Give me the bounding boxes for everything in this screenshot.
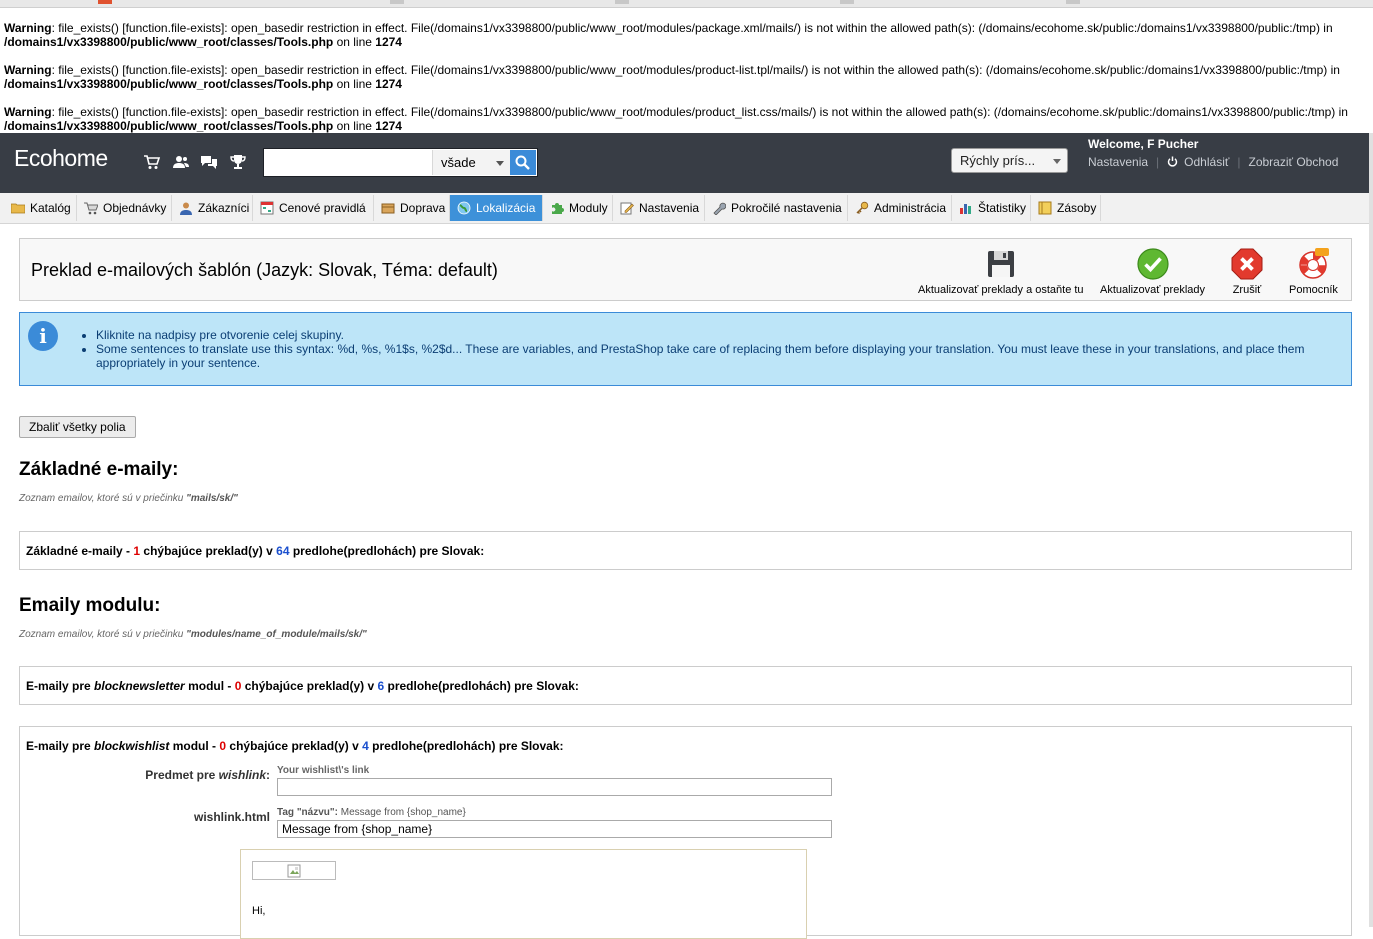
subject-hint: Your wishlist\'s link (277, 765, 370, 776)
core-emails-group[interactable]: Základné e-maily - 1 chýbajúce preklad(y… (19, 531, 1352, 570)
php-warnings: Warning: file_exists() [function.file-ex… (0, 8, 1373, 133)
tab-marker (98, 0, 112, 4)
tab-marker (615, 0, 629, 4)
price-rules-icon (260, 201, 274, 215)
info-item: Some sentences to translate use this syn… (96, 342, 1346, 370)
close-icon (1231, 248, 1263, 280)
user-icon (180, 202, 192, 215)
logout-link[interactable]: Odhlásiť (1184, 155, 1229, 169)
tab-stats[interactable]: Štatistiky (952, 195, 1031, 221)
lifebuoy-icon (1299, 248, 1330, 279)
warning-message: Warning: file_exists() [function.file-ex… (4, 21, 1333, 49)
settings-link[interactable]: Nastavenia (1088, 155, 1148, 169)
warning-message: Warning: file_exists() [function.file-ex… (4, 105, 1348, 133)
tab-preferences[interactable]: Nastavenia (613, 195, 705, 221)
collapse-all-button[interactable]: Zbaliť všetky polia (19, 416, 136, 438)
info-list: Kliknite na nadpisy pre otvorenie celej … (80, 328, 1346, 370)
warning-message: Warning: file_exists() [function.file-ex… (4, 63, 1340, 91)
search-button[interactable] (510, 150, 536, 175)
cart-icon (84, 202, 98, 215)
module-emails-note: Zoznam emailov, ktoré sú v priečinku "mo… (19, 629, 367, 640)
blocknewsletter-emails-group[interactable]: E-maily pre blocknewsletter modul - 0 ch… (19, 666, 1352, 705)
checkmark-icon (1136, 248, 1169, 280)
shipping-icon (381, 203, 395, 214)
broken-image-placeholder (252, 861, 336, 880)
tab-price-rules[interactable]: Cenové pravidlá (253, 195, 374, 221)
page-scrollbar[interactable] (1369, 133, 1373, 927)
title-tag-input[interactable]: Message from {shop_name} (277, 820, 832, 838)
main-menu-tabs: Katalóg Objednávky Zákazníci Cenové prav… (0, 193, 1373, 224)
tab-administration[interactable]: Administrácia (848, 195, 952, 221)
broken-image-icon (287, 864, 301, 878)
chevron-down-icon (1053, 159, 1061, 164)
preview-greeting: Hi, (252, 905, 266, 917)
save-and-stay-button[interactable]: Aktualizovať preklady a ostaňte tu (918, 248, 1084, 296)
module-emails-heading: Emaily modulu: (19, 595, 161, 616)
admin-header: Ecohome všade Rýchly prís... Welcome, F … (0, 133, 1373, 193)
tab-marker (840, 0, 854, 4)
stock-folder-icon (1038, 201, 1052, 215)
puzzle-icon (552, 203, 564, 214)
tab-modules[interactable]: Moduly (543, 195, 613, 221)
subject-label: Predmet pre wishlink: (145, 768, 270, 782)
key-icon (856, 201, 869, 215)
customers-icon[interactable] (172, 153, 190, 171)
page-title: Preklad e-mailových šablón (Jazyk: Slova… (31, 260, 498, 280)
view-shop-link[interactable]: Zobraziť Obchod (1248, 155, 1338, 169)
info-icon: i (28, 321, 58, 351)
tab-orders[interactable]: Objednávky (77, 195, 172, 221)
group-heading[interactable]: Základné e-maily - 1 chýbajúce preklad(y… (26, 544, 484, 558)
welcome-text: Welcome, F Pucher (1088, 137, 1199, 151)
search-icon (515, 155, 530, 170)
cancel-button[interactable]: Zrušiť (1231, 248, 1263, 296)
header-links: Nastavenia | Odhlásiť | Zobraziť Obchod (1088, 155, 1339, 169)
floppy-disk-icon (987, 251, 1014, 277)
browser-top-strip (0, 0, 1373, 8)
tab-marker (390, 0, 404, 4)
group-heading[interactable]: E-maily pre blocknewsletter modul - 0 ch… (26, 679, 579, 693)
info-item: Kliknite na nadpisy pre otvorenie celej … (96, 328, 1346, 342)
core-emails-note: Zoznam emailov, ktoré sú v priečinku "ma… (19, 493, 238, 504)
messages-icon[interactable] (200, 153, 218, 171)
power-icon (1167, 156, 1178, 167)
chevron-down-icon (496, 161, 504, 166)
tab-localization[interactable]: Lokalizácia (450, 195, 543, 221)
tab-stock[interactable]: Zásoby (1031, 195, 1101, 221)
subject-input[interactable] (277, 778, 832, 796)
search-input[interactable] (267, 152, 431, 174)
search-scope-select[interactable]: všade (432, 150, 510, 175)
tab-advanced-parameters[interactable]: Pokročilé nastavenia (705, 195, 848, 221)
tab-customers[interactable]: Zákazníci (172, 195, 253, 221)
tab-marker (1066, 0, 1080, 4)
group-heading[interactable]: E-maily pre blockwishlist modul - 0 chýb… (26, 739, 564, 753)
html-template-label: wishlink.html (193, 810, 270, 824)
globe-icon (457, 201, 471, 215)
tag-hint: Tag "názvu": Message from {shop_name} (277, 807, 466, 818)
email-preview: Hi, (240, 849, 807, 939)
folder-icon (11, 203, 25, 214)
help-button[interactable]: Pomocník (1289, 248, 1338, 296)
edit-icon (620, 202, 634, 215)
wrench-icon (713, 202, 726, 215)
tab-shipping[interactable]: Doprava (374, 195, 450, 221)
info-box: i Kliknite na nadpisy pre otvorenie cele… (19, 312, 1352, 386)
quick-access-select[interactable]: Rýchly prís... (951, 148, 1068, 173)
shop-logo[interactable]: Ecohome (14, 145, 108, 172)
page-toolbar: Preklad e-mailových šablón (Jazyk: Slova… (19, 238, 1352, 301)
tab-catalog[interactable]: Katalóg (4, 195, 77, 221)
trophy-icon[interactable] (229, 153, 247, 171)
core-emails-heading: Základné e-maily: (19, 459, 179, 480)
search-box: všade (263, 148, 538, 177)
save-button[interactable]: Aktualizovať preklady (1100, 248, 1205, 296)
cart-icon[interactable] (143, 153, 161, 171)
bar-chart-icon (960, 204, 971, 214)
